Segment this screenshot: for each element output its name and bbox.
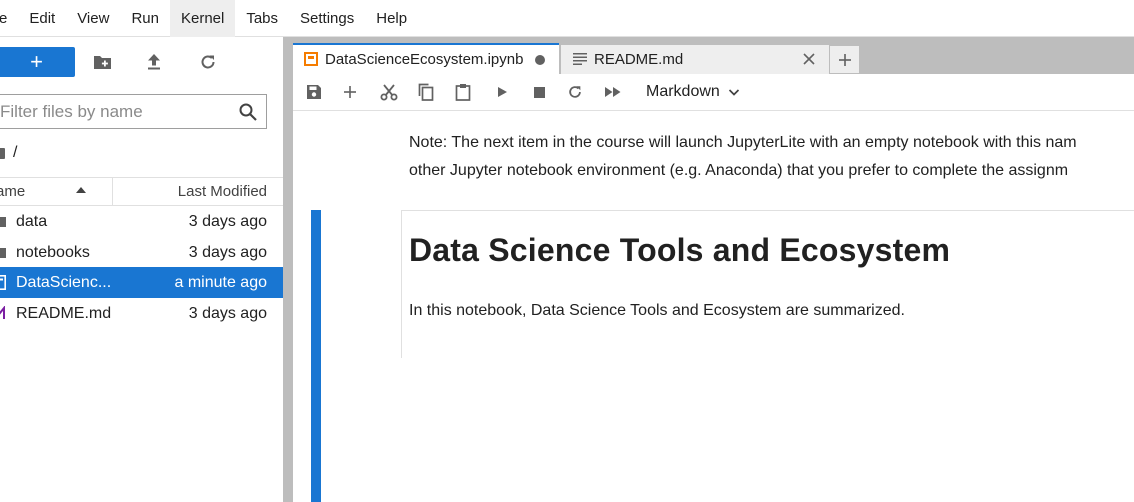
column-modified-label: Last Modified xyxy=(177,183,267,200)
cell-left-border xyxy=(401,210,402,358)
notebook-icon xyxy=(0,275,6,290)
cell-type-value: Markdown xyxy=(646,83,720,100)
cell-top-border xyxy=(401,210,1134,211)
copy-icon[interactable] xyxy=(416,82,436,102)
unsaved-dot-icon[interactable] xyxy=(535,55,545,65)
markdown-heading: Data Science Tools and Ecosystem xyxy=(409,232,951,268)
search-icon xyxy=(238,102,258,122)
tab-datascience-notebook[interactable]: DataScienceEcosystem.ipynb xyxy=(293,43,559,74)
sort-ascending-icon xyxy=(76,187,86,193)
menu-view[interactable]: View xyxy=(66,0,120,37)
menu-kernel[interactable]: Kernel xyxy=(169,0,236,37)
run-icon[interactable] xyxy=(492,82,512,102)
menu-run[interactable]: Run xyxy=(120,0,170,37)
file-name: README.md xyxy=(16,304,112,322)
file-modified: 3 days ago xyxy=(188,304,267,322)
insert-cell-icon[interactable] xyxy=(340,82,360,102)
markdown-paragraph: In this notebook, Data Science Tools and… xyxy=(409,302,905,319)
save-icon[interactable] xyxy=(304,82,324,102)
menu-edit[interactable]: Edit xyxy=(18,0,66,37)
column-modified-header[interactable]: Last Modified xyxy=(178,178,267,205)
note-line-1: Note: The next item in the course will l… xyxy=(409,134,1077,151)
refresh-icon[interactable] xyxy=(198,52,218,72)
plus-icon xyxy=(838,53,851,66)
file-list-header: ame Last Modified xyxy=(0,177,283,206)
tab-label: DataScienceEcosystem.ipynb xyxy=(325,51,524,68)
new-launcher-button[interactable]: + xyxy=(0,47,75,77)
file-row-datascience-notebook[interactable]: DataScienc... a minute ago xyxy=(0,267,283,298)
file-row-readme[interactable]: README.md 3 days ago xyxy=(0,298,283,329)
menu-bar: e Edit View Run Kernel Tabs Settings Hel… xyxy=(0,0,1134,37)
text-file-icon xyxy=(573,52,587,66)
new-folder-icon[interactable] xyxy=(93,52,113,72)
menu-settings[interactable]: Settings xyxy=(289,0,365,37)
file-row-notebooks[interactable]: notebooks 3 days ago xyxy=(0,237,283,268)
tab-bar: DataScienceEcosystem.ipynb README.md xyxy=(293,37,1134,74)
close-icon[interactable] xyxy=(802,52,816,66)
file-name: notebooks xyxy=(16,243,90,261)
menu-help[interactable]: Help xyxy=(365,0,418,37)
filter-files-input[interactable] xyxy=(0,95,230,128)
file-row-data[interactable]: data 3 days ago xyxy=(0,206,283,237)
active-cell-collapser[interactable] xyxy=(311,210,321,502)
main-area: DataScienceEcosystem.ipynb README.md Mar… xyxy=(293,37,1134,502)
column-name-header[interactable]: ame xyxy=(0,178,113,205)
breadcrumb[interactable]: / xyxy=(0,141,17,165)
fast-forward-icon[interactable] xyxy=(603,82,623,102)
menu-file[interactable]: e xyxy=(0,0,18,37)
menu-tabs[interactable]: Tabs xyxy=(235,0,289,37)
file-name: data xyxy=(16,212,48,230)
tab-label: README.md xyxy=(594,51,684,68)
notebook-icon xyxy=(304,52,318,66)
stop-icon[interactable] xyxy=(529,82,549,102)
notebook-toolbar: Markdown xyxy=(293,74,1134,111)
cell-type-select[interactable]: Markdown xyxy=(646,74,740,110)
add-tab-button[interactable] xyxy=(830,46,859,73)
folder-icon xyxy=(0,147,5,159)
note-line-2: other Jupyter notebook environment (e.g.… xyxy=(409,162,1069,179)
cut-icon[interactable] xyxy=(379,82,399,102)
panel-splitter[interactable] xyxy=(283,37,293,502)
tab-readme[interactable]: README.md xyxy=(561,45,829,74)
file-modified: 3 days ago xyxy=(188,243,267,261)
chevron-down-icon xyxy=(728,86,740,98)
filter-files-box xyxy=(0,94,267,129)
file-modified: a minute ago xyxy=(174,273,267,291)
note-cell-output: Note: The next item in the course will l… xyxy=(409,129,1134,185)
file-modified: 3 days ago xyxy=(188,212,267,230)
notebook-panel: Note: The next item in the course will l… xyxy=(293,111,1134,502)
column-name-label: ame xyxy=(0,183,26,200)
upload-icon[interactable] xyxy=(144,52,164,72)
file-name: DataScienc... xyxy=(16,273,112,291)
paste-icon[interactable] xyxy=(453,82,473,102)
folder-icon xyxy=(0,214,6,229)
breadcrumb-root[interactable]: / xyxy=(13,144,17,162)
file-browser: + / ame Last Modified data xyxy=(0,37,283,502)
file-browser-toolbar: + xyxy=(0,47,283,77)
folder-icon xyxy=(0,245,6,260)
restart-icon[interactable] xyxy=(565,82,585,102)
markdown-icon xyxy=(0,305,6,321)
